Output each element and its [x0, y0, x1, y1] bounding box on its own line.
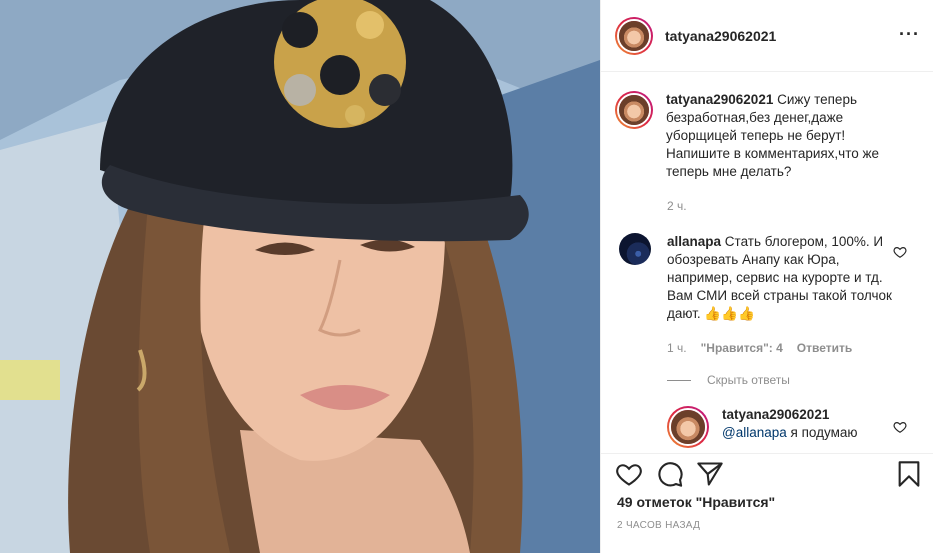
- caption-author[interactable]: tatyana29062021: [666, 92, 773, 107]
- reply-like-heart-icon[interactable]: [893, 420, 907, 434]
- divider-line: [667, 379, 691, 381]
- reply-text: я подумаю: [790, 425, 858, 440]
- post-photo[interactable]: [0, 0, 600, 553]
- commenter-avatar[interactable]: [619, 233, 651, 265]
- comment-like-heart-icon[interactable]: [893, 245, 907, 259]
- comments-section: tatyana29062021 Сижу теперь безработная,…: [601, 73, 933, 453]
- action-bar: [601, 453, 933, 493]
- comment-body: allanapa Стать блогером, 100%. И обозрев…: [667, 233, 903, 323]
- likes-count[interactable]: 49 отметок "Нравится": [617, 494, 775, 510]
- hide-replies-button[interactable]: Скрыть ответы: [667, 373, 790, 387]
- caption-body: tatyana29062021 Сижу теперь безработная,…: [666, 91, 906, 181]
- comment-meta: 1 ч. "Нравится": 4 Ответить: [667, 341, 852, 355]
- hide-replies-label: Скрыть ответы: [707, 373, 790, 387]
- comment-likes[interactable]: "Нравится": 4: [701, 341, 783, 355]
- comment-item: allanapa Стать блогером, 100%. И обозрев…: [619, 233, 909, 323]
- heart-icon[interactable]: [615, 460, 643, 488]
- caption: tatyana29062021 Сижу теперь безработная,…: [615, 91, 915, 181]
- post-timestamp[interactable]: 2 часов назад: [617, 520, 700, 531]
- reply-item: tatyana29062021 @allanapa я подумаю: [667, 406, 927, 448]
- reply-avatar[interactable]: [667, 406, 709, 448]
- selfie-image: [0, 0, 600, 553]
- reply-mention[interactable]: @allanapa: [722, 425, 787, 440]
- author-avatar[interactable]: [615, 16, 653, 55]
- reply-button[interactable]: Ответить: [797, 341, 852, 355]
- bookmark-icon[interactable]: [895, 460, 923, 488]
- caption-meta: 2 ч.: [667, 199, 687, 213]
- post-side-panel: tatyana29062021 ··· tatyana29062021 Сижу…: [600, 0, 933, 553]
- comment-icon[interactable]: [656, 460, 684, 488]
- reply-body: tatyana29062021 @allanapa я подумаю: [722, 406, 872, 448]
- more-icon[interactable]: ···: [899, 25, 920, 43]
- share-icon[interactable]: [696, 460, 724, 488]
- comment-author[interactable]: allanapa: [667, 234, 721, 249]
- instagram-post: tatyana29062021 ··· tatyana29062021 Сижу…: [0, 0, 933, 553]
- author-username[interactable]: tatyana29062021: [665, 28, 776, 44]
- caption-avatar[interactable]: [615, 91, 653, 129]
- post-header: tatyana29062021 ···: [601, 0, 933, 72]
- reply-author[interactable]: tatyana29062021: [722, 407, 829, 422]
- comment-time[interactable]: 1 ч.: [667, 341, 687, 355]
- caption-time[interactable]: 2 ч.: [667, 199, 687, 213]
